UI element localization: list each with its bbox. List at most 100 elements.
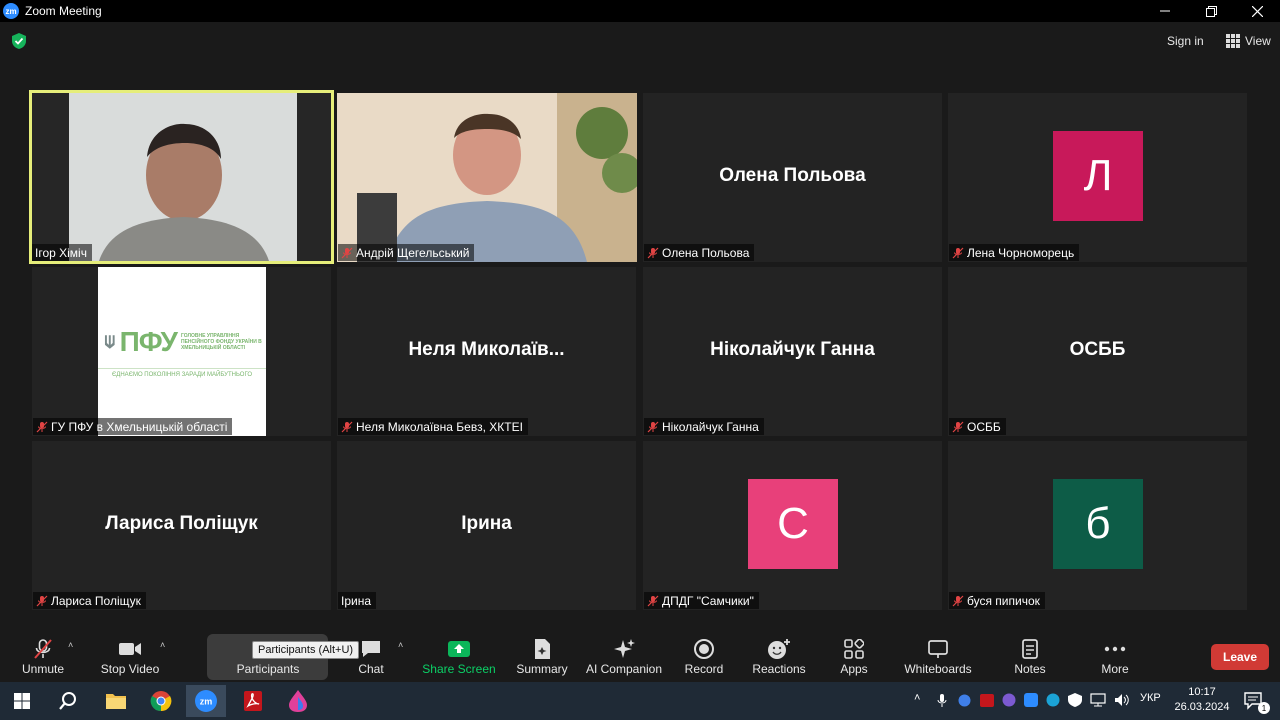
participant-name-tag: Ніколайчук Ганна [644, 418, 764, 435]
participant-display-name: Ірина [461, 513, 512, 534]
tray-show-hidden-icon[interactable]: ˄ [914, 692, 920, 704]
participant-name-tag: Ігор Хіміч [32, 244, 92, 261]
video-tile[interactable]: Андрій Щегельський [337, 93, 637, 262]
participant-display-name: Неля Миколаїв... [408, 339, 565, 360]
participant-name-tag: ОСББ [949, 418, 1006, 435]
chat-options-caret[interactable]: ˄ [398, 640, 403, 650]
meeting-toolbar: Unmute ˄ Stop Video ˄ Participants Chat … [0, 630, 1280, 682]
clock-time: 10:17 [1188, 686, 1216, 698]
taskbar-file-explorer[interactable] [96, 685, 136, 717]
participant-name-tag: Ірина [338, 592, 377, 609]
person-silhouette-icon [337, 93, 637, 262]
participant-name-tag: Неля Миколаївна Бевз, ХКТЕІ [338, 418, 528, 435]
whiteboards-button[interactable]: Whiteboards [902, 634, 974, 680]
video-tile[interactable]: Ігор Хіміч [29, 90, 334, 264]
taskbar-chrome[interactable] [141, 685, 181, 717]
muted-mic-icon [36, 595, 48, 606]
muted-mic-icon [647, 421, 659, 432]
security-shield-icon[interactable] [12, 33, 26, 49]
zoom-app-icon: zm [195, 690, 217, 712]
video-camera-icon [118, 638, 142, 660]
summary-button[interactable]: Summary [512, 634, 572, 680]
tray-viber-icon[interactable] [1002, 693, 1016, 707]
minimize-button[interactable] [1142, 0, 1188, 22]
share-screen-button[interactable]: Share Screen [420, 634, 498, 680]
video-tile[interactable]: Лариса Поліщук Лариса Поліщук [32, 441, 331, 610]
unmute-button[interactable]: Unmute [18, 634, 68, 680]
stop-video-button[interactable]: Stop Video [98, 634, 162, 680]
close-button[interactable] [1234, 0, 1280, 22]
sign-in-button[interactable]: Sign in [1160, 31, 1211, 51]
tray-network-icon[interactable] [1090, 693, 1106, 707]
video-tile[interactable]: б буся пипичок [948, 441, 1247, 610]
start-button[interactable] [2, 685, 42, 717]
muted-mic-icon [647, 247, 659, 258]
video-tile[interactable]: ПФУ ГОЛОВНЕ УПРАВЛІННЯ ПЕНСІЙНОГО ФОНДУ … [32, 267, 331, 436]
muted-mic-icon [952, 595, 964, 606]
participant-name-tag: буся пипичок [949, 592, 1045, 609]
participant-shared-image: ПФУ ГОЛОВНЕ УПРАВЛІННЯ ПЕНСІЙНОГО ФОНДУ … [98, 267, 266, 436]
more-dots-icon [1103, 638, 1127, 660]
summary-document-icon [530, 638, 554, 660]
ai-companion-button[interactable]: AI Companion [584, 634, 664, 680]
video-tile[interactable]: Ніколайчук Ганна Ніколайчук Ганна [643, 267, 942, 436]
whiteboard-icon [926, 638, 950, 660]
video-tile[interactable]: Л Лена Чорноморець [948, 93, 1247, 262]
chrome-icon [150, 691, 172, 712]
close-icon [1251, 5, 1263, 17]
windows-taskbar: zm ˄ УКР 10:17 26.03.2024 1 [0, 682, 1280, 720]
audio-options-caret[interactable]: ˄ [68, 640, 73, 650]
tray-edge-icon[interactable] [1046, 693, 1060, 707]
tray-acrobat-icon[interactable] [980, 694, 994, 707]
record-button[interactable]: Record [680, 634, 728, 680]
tray-volume-icon[interactable] [1114, 693, 1130, 707]
video-tile[interactable]: Олена Польова Олена Польова [643, 93, 942, 262]
tray-shield-icon[interactable] [1068, 693, 1082, 707]
video-tile[interactable]: Неля Миколаїв... Неля Миколаївна Бевз, Х… [337, 267, 636, 436]
notes-icon [1018, 638, 1042, 660]
apps-button[interactable]: Apps [834, 634, 874, 680]
participant-name-tag: Лариса Поліщук [33, 592, 146, 609]
leave-button[interactable]: Leave [1211, 644, 1269, 670]
reactions-button[interactable]: Reactions [750, 634, 808, 680]
restore-button[interactable] [1188, 0, 1234, 22]
muted-mic-icon [341, 421, 353, 432]
tray-language[interactable]: УКР [1140, 692, 1161, 704]
reactions-smiley-icon [767, 638, 791, 660]
participant-avatar: С [748, 479, 838, 569]
notes-button[interactable]: Notes [1008, 634, 1052, 680]
participant-display-name: ОСББ [1069, 339, 1126, 360]
participant-display-name: Олена Польова [719, 165, 866, 186]
muted-mic-icon [36, 421, 48, 432]
participant-avatar: б [1053, 479, 1143, 569]
title-bar: zm Zoom Meeting [0, 0, 1280, 22]
tray-circle-app-icon[interactable] [958, 694, 971, 707]
more-button[interactable]: More [1094, 634, 1136, 680]
window-controls [1142, 0, 1280, 22]
participant-name-tag: Лена Чорноморець [949, 244, 1080, 261]
person-silhouette-icon [99, 123, 269, 261]
grid-view-icon [1226, 34, 1240, 48]
taskbar-app-drop[interactable] [278, 685, 318, 717]
windows-logo-icon [14, 693, 30, 709]
video-tile[interactable]: Ірина Ірина [337, 441, 636, 610]
taskbar-acrobat[interactable] [233, 685, 273, 717]
view-button[interactable]: View [1222, 31, 1275, 51]
tray-zoom-icon[interactable] [1024, 693, 1038, 707]
search-button[interactable] [48, 685, 88, 717]
meeting-topbar: Sign in View [0, 22, 1280, 60]
tray-clock[interactable]: 10:17 26.03.2024 [1172, 685, 1232, 715]
participant-avatar: Л [1053, 131, 1143, 221]
notification-count-badge: 1 [1258, 702, 1270, 714]
tray-microphone-icon[interactable] [937, 693, 947, 708]
minimize-icon [1160, 10, 1170, 12]
notification-center-button[interactable]: 1 [1236, 685, 1272, 717]
participants-tooltip: Participants (Alt+U) [252, 641, 360, 659]
taskbar-zoom[interactable]: zm [186, 685, 226, 717]
muted-mic-icon [647, 595, 659, 606]
video-tile[interactable]: С ДПДГ "Самчики" [643, 441, 942, 610]
video-options-caret[interactable]: ˄ [160, 640, 165, 650]
participant-display-name: Ніколайчук Ганна [710, 339, 875, 360]
video-tile[interactable]: ОСББ ОСББ [948, 267, 1247, 436]
muted-mic-icon [952, 421, 964, 432]
